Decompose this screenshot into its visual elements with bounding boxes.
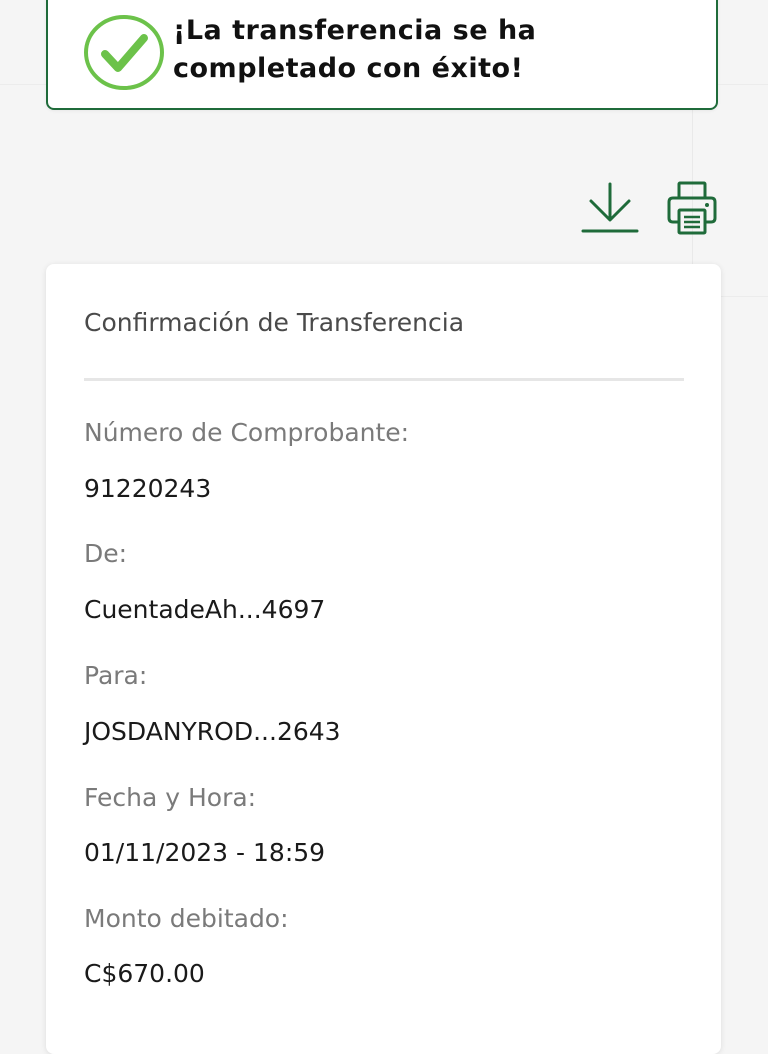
debited-amount-value: C$670.00 [84,959,205,988]
debited-amount-label: Monto debitado: [84,904,289,933]
date-time-value: 01/11/2023 - 18:59 [84,838,326,867]
card-divider [84,378,684,381]
card-title: Confirmación de Transferencia [84,308,465,337]
success-message-line-1: ¡La transferencia se ha [173,15,537,46]
transfer-confirmation-card: Confirmación de Transferencia Número de … [46,264,721,1054]
to-account-value: JOSDANYROD...2643 [84,717,341,746]
success-banner: ¡La transferencia se ha completado con é… [46,0,718,110]
from-account-value: CuentadeAh...4697 [84,595,326,624]
to-label: Para: [84,661,148,690]
printer-icon [667,181,717,235]
voucher-number-value: 91220243 [84,474,212,503]
download-button[interactable] [580,180,640,236]
success-message: ¡La transferencia se ha completado con é… [173,12,693,88]
voucher-number-label: Número de Comprobante: [84,418,410,447]
download-icon [581,182,639,233]
print-button[interactable] [666,180,718,236]
from-label: De: [84,539,128,568]
success-message-line-2: completado con éxito! [173,53,524,84]
date-time-label: Fecha y Hora: [84,783,257,812]
check-circle-icon [84,15,164,90]
